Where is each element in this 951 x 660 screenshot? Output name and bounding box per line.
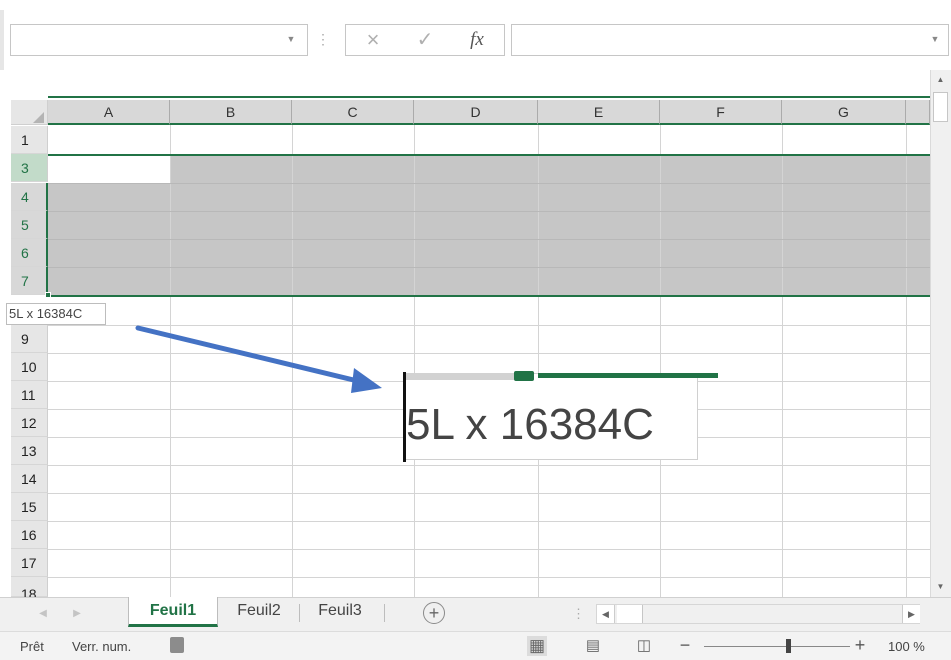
scroll-right-icon[interactable]: ▶ (902, 605, 920, 623)
column-header-c[interactable]: C (292, 100, 414, 125)
scroll-up-icon[interactable]: ▲ (930, 70, 951, 90)
column-header-partial[interactable] (906, 100, 930, 125)
zoomed-gridline (404, 373, 516, 380)
row-header-4[interactable]: 4 (11, 183, 48, 211)
page-break-view-icon[interactable]: ◫ (634, 636, 654, 656)
row-header-10[interactable]: 10 (11, 353, 48, 381)
row-header-15[interactable]: 15 (11, 493, 48, 521)
row-header-16[interactable]: 16 (11, 521, 48, 549)
row-gridline (48, 183, 930, 184)
sheet-tab-feuil1[interactable]: Feuil1 (128, 597, 218, 627)
row-header-1[interactable]: 1 (11, 126, 48, 154)
column-gridline (414, 125, 415, 597)
zoom-slider-track[interactable] (704, 646, 850, 647)
expand-formula-bar-icon[interactable]: ▼ (928, 31, 942, 47)
tab-prev-icon[interactable]: ◀ (36, 605, 50, 623)
active-cell[interactable] (48, 154, 170, 183)
row-gridline (48, 267, 930, 268)
sheet-tab-feuil2[interactable]: Feuil2 (220, 597, 298, 627)
cancel-icon[interactable]: × (362, 28, 384, 52)
macro-recording-icon[interactable] (170, 637, 184, 653)
annotation-arrow (135, 325, 382, 393)
row-header-6[interactable]: 6 (11, 239, 48, 267)
scroll-left-icon[interactable]: ◀ (597, 605, 615, 623)
row-gridline (48, 493, 930, 494)
row-header-18[interactable]: 18 (11, 577, 48, 597)
tab-next-icon[interactable]: ▶ (70, 605, 84, 623)
column-gridline (538, 125, 539, 597)
column-header-a[interactable]: A (48, 100, 170, 125)
vertical-scrollbar[interactable] (930, 70, 951, 597)
row-gridline (48, 549, 930, 550)
column-gridline (906, 125, 907, 597)
row-header-14[interactable]: 14 (11, 465, 48, 493)
tab-divider (384, 604, 385, 622)
status-num-lock: Verr. num. (72, 639, 132, 654)
row-gridline (48, 521, 930, 522)
fill-handle[interactable] (45, 292, 51, 298)
selection-size-tooltip: 5L x 16384C (6, 303, 106, 325)
sheet-tab-feuil3[interactable]: Feuil3 (300, 597, 380, 627)
row-header-13[interactable]: 13 (11, 437, 48, 465)
selection-border-top (48, 154, 930, 156)
row-header-3[interactable]: 3 (11, 154, 48, 182)
column-header-b[interactable]: B (170, 100, 292, 125)
annotation-arrow-shaft (135, 325, 365, 385)
tab-splitter-icon[interactable]: ⋮ (572, 604, 585, 624)
row-gridline (48, 239, 930, 240)
row-header-7[interactable]: 7 (11, 267, 48, 295)
column-header-d[interactable]: D (414, 100, 538, 125)
row-gridline (48, 211, 930, 212)
formula-input[interactable] (511, 24, 949, 56)
annotation-arrow-head (351, 368, 382, 393)
insert-function-icon[interactable]: fx (464, 27, 490, 53)
normal-view-icon[interactable]: ▦ (527, 636, 547, 656)
selected-range[interactable] (48, 154, 930, 297)
row-header-17[interactable]: 17 (11, 549, 48, 577)
column-header-e[interactable]: E (538, 100, 660, 125)
horizontal-scroll-thumb[interactable] (617, 605, 643, 623)
zoomed-tooltip-text: 5L x 16384C (406, 400, 654, 449)
page-layout-view-icon[interactable]: ▤ (583, 636, 603, 656)
column-header-g[interactable]: G (782, 100, 906, 125)
horizontal-scrollbar[interactable] (596, 604, 920, 624)
status-ready: Prêt (20, 639, 44, 654)
column-gridline (782, 125, 783, 597)
zoom-slider-thumb[interactable] (786, 639, 791, 653)
row-header-12[interactable]: 12 (11, 409, 48, 437)
zoomed-fill-handle (514, 371, 534, 381)
scroll-down-icon[interactable]: ▼ (930, 577, 951, 597)
row-header-5[interactable]: 5 (11, 211, 48, 239)
row-gridline (48, 577, 930, 578)
name-box[interactable] (10, 24, 308, 56)
row-gridline (48, 465, 930, 466)
row-header-11[interactable]: 11 (11, 381, 48, 409)
formula-bar-splitter-icon[interactable]: ⋮ (316, 28, 330, 50)
enter-icon[interactable]: ✓ (414, 28, 436, 52)
select-all-triangle-icon (33, 112, 44, 123)
selection-border-bottom (48, 295, 930, 297)
header-selection-line (48, 96, 930, 98)
column-header-f[interactable]: F (660, 100, 782, 125)
row-header-9[interactable]: 9 (11, 325, 48, 353)
zoomed-selection-border (538, 373, 718, 378)
column-gridline (660, 125, 661, 597)
zoom-in-button[interactable]: + (852, 634, 868, 656)
name-box-dropdown-icon[interactable]: ▼ (284, 31, 298, 47)
zoom-out-button[interactable]: − (677, 634, 693, 656)
select-all-button[interactable] (11, 100, 48, 125)
zoom-level[interactable]: 100 % (888, 638, 938, 656)
vertical-scroll-thumb[interactable] (933, 92, 948, 122)
add-sheet-icon[interactable]: + (423, 602, 445, 624)
